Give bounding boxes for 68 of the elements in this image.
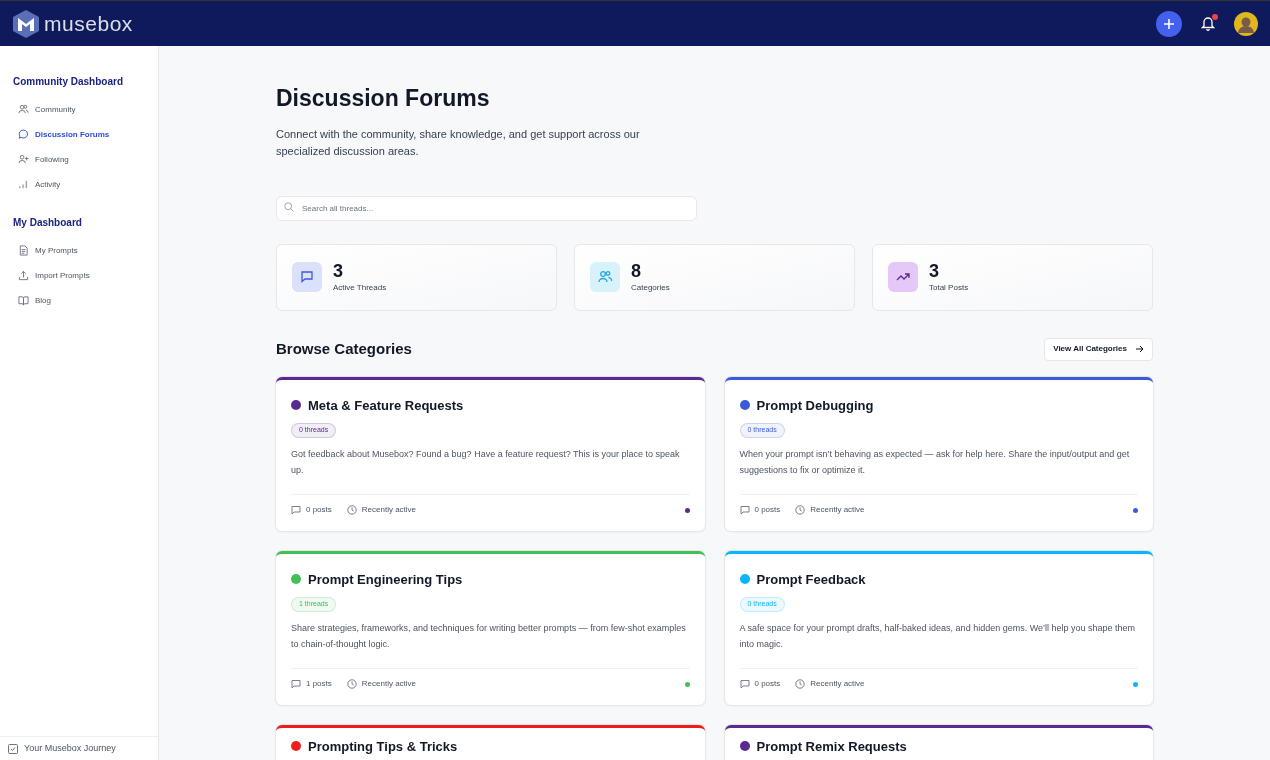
category-title: Prompt Engineering Tips <box>308 570 463 589</box>
brand-name: musebox <box>44 10 133 37</box>
sidebar-item[interactable]: Activity <box>13 172 145 197</box>
post-count: 0 posts <box>754 678 781 690</box>
plus-icon <box>1163 17 1175 30</box>
checkbox-icon <box>8 743 18 754</box>
search-icon <box>284 201 294 212</box>
upload-icon <box>18 270 29 281</box>
people-icon <box>590 262 620 292</box>
people-icon <box>18 104 29 115</box>
comment-icon <box>291 505 301 515</box>
view-all-button[interactable]: View All Categories <box>1044 337 1153 361</box>
category-description: Share strategies, frameworks, and techniques for writing better prompts — from few-shot examples to chain-of-thought logic. <box>291 622 687 651</box>
add-button[interactable] <box>1156 10 1182 37</box>
activity-label: Recently active <box>361 678 417 690</box>
add-user-icon <box>18 154 29 165</box>
clock-icon <box>346 679 357 689</box>
category-title: Prompt Remix Requests <box>756 737 907 756</box>
stat-label: Total Posts <box>929 281 969 294</box>
stat-value: 3 <box>333 260 344 281</box>
sidebar-item[interactable]: My Prompts <box>13 238 145 263</box>
clock-icon <box>346 505 357 515</box>
activity-label: Recently active <box>810 504 865 516</box>
stat-label: Active Threads <box>333 281 387 294</box>
sidebar-heading: Community Dashboard <box>13 75 124 89</box>
category-title: Prompting Tips & Tricks <box>308 737 458 756</box>
stat-label: Categories <box>631 281 670 294</box>
category-card[interactable]: Prompt Remix Requests <box>724 724 1153 760</box>
post-count: 0 posts <box>306 504 332 516</box>
activity-label: Recently active <box>810 678 865 690</box>
category-title: Prompt Debugging <box>756 396 874 415</box>
chat-bubble-icon <box>18 129 29 140</box>
category-title: Meta & Feature Requests <box>308 396 464 415</box>
sidebar-item[interactable]: Discussion Forums <box>13 122 145 147</box>
avatar[interactable] <box>1234 11 1258 36</box>
comment-icon <box>739 505 750 515</box>
category-title: Prompt Feedback <box>756 570 866 589</box>
post-count: 0 posts <box>754 504 781 516</box>
page-title: Discussion Forums <box>276 84 491 113</box>
comment-icon <box>739 679 750 689</box>
activity-label: Recently active <box>361 504 417 516</box>
clock-icon <box>795 679 806 689</box>
post-count: 1 posts <box>306 678 332 690</box>
chat-icon <box>292 262 322 292</box>
page-subtitle: Connect with the community, share knowledge, and get support across our specialized discussion areas. <box>276 126 641 159</box>
search-field[interactable]: Search all threads... <box>276 195 697 221</box>
comment-icon <box>291 679 301 689</box>
section-title: Browse Categories <box>276 338 412 359</box>
stat-value: 8 <box>631 260 642 281</box>
sidebar-item[interactable]: Following <box>13 147 145 172</box>
stat-value: 3 <box>929 260 940 281</box>
logo-icon <box>12 8 40 39</box>
arrow-right-icon <box>1135 345 1144 353</box>
sidebar-heading: My Dashboard <box>13 216 83 230</box>
category-description: When your prompt isn’t behaving as expected — ask for help here. Share the input/output and get suggestions to fix or optimize it. <box>739 448 1131 477</box>
bar-chart-icon <box>18 179 29 190</box>
journey-link[interactable]: Your Musebox Journey <box>24 741 116 756</box>
category-description: A safe space for your prompt drafts, half-baked ideas, and hidden gems. We’ll help you shape them into magic. <box>739 622 1137 651</box>
clock-icon <box>795 505 806 515</box>
sidebar-item[interactable]: Blog <box>13 288 145 313</box>
category-card[interactable]: Prompting Tips & Tricks <box>276 724 705 760</box>
book-icon <box>18 295 29 306</box>
category-description: Got feedback about Musebox? Found a bug? Have a feature request? This is your place to speak up. <box>291 448 681 477</box>
sidebar-item[interactable]: Import Prompts <box>13 263 145 288</box>
document-icon <box>18 245 29 256</box>
sidebar-item[interactable]: Community <box>13 97 145 122</box>
trending-up-icon <box>888 262 918 292</box>
bell-icon <box>1201 16 1215 31</box>
